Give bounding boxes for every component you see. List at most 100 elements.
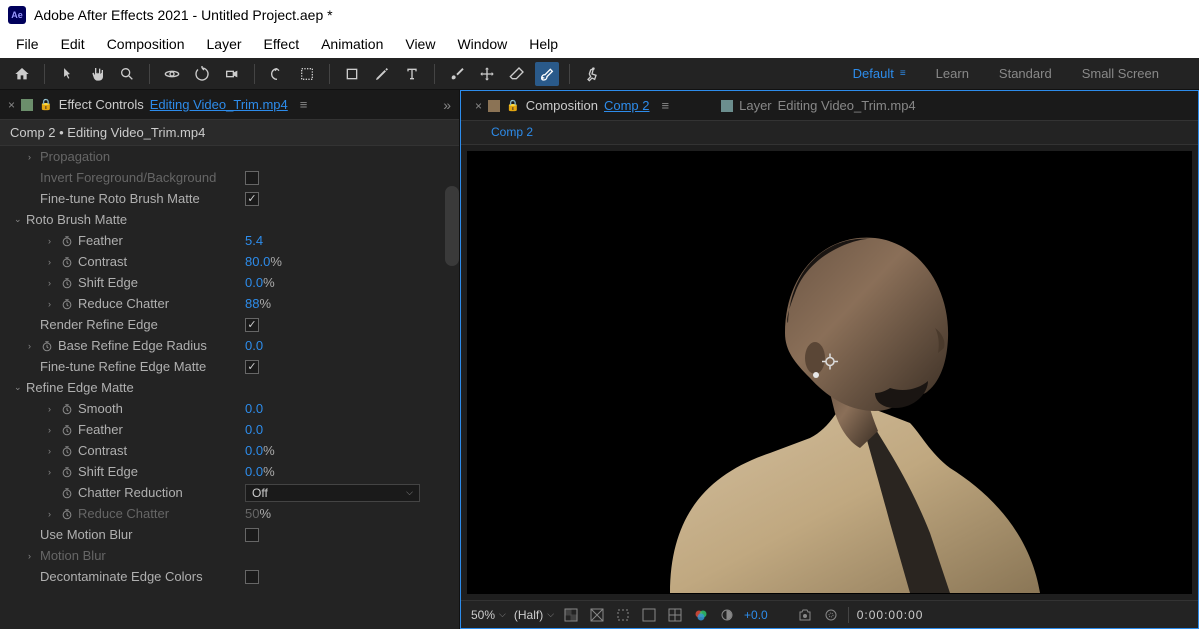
- stopwatch-icon[interactable]: [60, 507, 74, 521]
- lock-icon[interactable]: 🔒: [39, 98, 53, 111]
- disclosure-arrow-icon[interactable]: ›: [48, 278, 60, 288]
- property-row[interactable]: Use Motion Blur: [0, 524, 459, 545]
- stopwatch-icon[interactable]: [40, 339, 54, 353]
- snapshot-icon[interactable]: [796, 606, 814, 624]
- resolution-dropdown[interactable]: (Half) ⌵: [514, 608, 554, 622]
- disclosure-arrow-icon[interactable]: ⌄: [14, 382, 26, 393]
- workspace-small-screen[interactable]: Small Screen: [1082, 66, 1159, 81]
- color-mgmt-icon[interactable]: [692, 606, 710, 624]
- property-row[interactable]: ›Shift Edge0.0%: [0, 461, 459, 482]
- disclosure-arrow-icon[interactable]: ›: [48, 425, 60, 435]
- property-row[interactable]: ›Smooth0.0: [0, 398, 459, 419]
- zoom-dropdown[interactable]: 50% ⌵: [471, 608, 506, 622]
- stopwatch-icon[interactable]: [60, 297, 74, 311]
- puppet-tool-icon[interactable]: [580, 62, 604, 86]
- scrollbar-thumb[interactable]: [445, 186, 459, 266]
- property-value[interactable]: 50%: [245, 506, 271, 521]
- property-value[interactable]: 0.0%: [245, 464, 275, 479]
- anchor-tool-icon[interactable]: [265, 62, 289, 86]
- checkbox[interactable]: [245, 318, 259, 332]
- region-icon[interactable]: [614, 606, 632, 624]
- selection-tool-icon[interactable]: [55, 62, 79, 86]
- disclosure-arrow-icon[interactable]: ›: [28, 551, 40, 561]
- property-value[interactable]: 0.0%: [245, 275, 275, 290]
- camera-tool-icon[interactable]: [220, 62, 244, 86]
- comp-nav-tab[interactable]: Comp 2: [481, 123, 543, 143]
- orbit-tool-icon[interactable]: [160, 62, 184, 86]
- close-icon[interactable]: ×: [475, 99, 482, 113]
- eraser-tool-icon[interactable]: [505, 62, 529, 86]
- shape-tool-icon[interactable]: [340, 62, 364, 86]
- property-row[interactable]: ⌄Roto Brush Matte: [0, 209, 459, 230]
- layer-tab[interactable]: Layer Editing Video_Trim.mp4: [721, 98, 916, 113]
- property-row[interactable]: Decontaminate Edge Colors: [0, 566, 459, 587]
- property-row[interactable]: Fine-tune Roto Brush Matte: [0, 188, 459, 209]
- disclosure-arrow-icon[interactable]: ›: [48, 509, 60, 519]
- home-icon[interactable]: [10, 62, 34, 86]
- disclosure-arrow-icon[interactable]: ›: [48, 299, 60, 309]
- checkbox[interactable]: [245, 192, 259, 206]
- anchor-point-icon[interactable]: [820, 351, 840, 376]
- workspace-standard[interactable]: Standard: [999, 66, 1052, 81]
- checkbox[interactable]: [245, 360, 259, 374]
- lock-icon[interactable]: 🔒: [506, 99, 520, 112]
- rect-tool-icon[interactable]: [295, 62, 319, 86]
- menu-animation[interactable]: Animation: [311, 32, 393, 56]
- stopwatch-icon[interactable]: [60, 402, 74, 416]
- disclosure-arrow-icon[interactable]: ⌄: [14, 214, 26, 225]
- menu-edit[interactable]: Edit: [51, 32, 95, 56]
- dropdown[interactable]: Off⌵: [245, 484, 420, 502]
- disclosure-arrow-icon[interactable]: ›: [48, 404, 60, 414]
- roto-brush-tool-icon[interactable]: [535, 62, 559, 86]
- menu-window[interactable]: Window: [447, 32, 517, 56]
- disclosure-arrow-icon[interactable]: ›: [48, 236, 60, 246]
- stopwatch-icon[interactable]: [60, 255, 74, 269]
- property-row[interactable]: ›Motion Blur: [0, 545, 459, 566]
- property-row[interactable]: ›Propagation: [0, 146, 459, 167]
- stopwatch-icon[interactable]: [60, 276, 74, 290]
- property-row[interactable]: ›Base Refine Edge Radius0.0: [0, 335, 459, 356]
- comp-name-link[interactable]: Comp 2: [604, 98, 650, 113]
- type-tool-icon[interactable]: [400, 62, 424, 86]
- expand-icon[interactable]: »: [443, 97, 451, 113]
- show-snapshot-icon[interactable]: [822, 606, 840, 624]
- property-row[interactable]: Fine-tune Refine Edge Matte: [0, 356, 459, 377]
- property-value[interactable]: 0.0%: [245, 443, 275, 458]
- property-value[interactable]: 0.0: [245, 338, 263, 353]
- menu-file[interactable]: File: [6, 32, 49, 56]
- panel-file-link[interactable]: Editing Video_Trim.mp4: [150, 97, 288, 112]
- property-row[interactable]: ›Shift Edge0.0%: [0, 272, 459, 293]
- property-row[interactable]: ⌄Refine Edge Matte: [0, 377, 459, 398]
- clone-tool-icon[interactable]: [475, 62, 499, 86]
- exposure-value[interactable]: +0.0: [744, 608, 768, 622]
- guides-icon[interactable]: [666, 606, 684, 624]
- rotation-tool-icon[interactable]: [190, 62, 214, 86]
- menu-composition[interactable]: Composition: [97, 32, 195, 56]
- stopwatch-icon[interactable]: [60, 465, 74, 479]
- property-row[interactable]: ›Contrast80.0%: [0, 251, 459, 272]
- viewer-canvas[interactable]: [467, 151, 1192, 594]
- comp-tab[interactable]: × 🔒 Composition Comp 2 ≡: [469, 98, 675, 113]
- property-value[interactable]: 80.0%: [245, 254, 282, 269]
- workspace-learn[interactable]: Learn: [936, 66, 969, 81]
- checkbox[interactable]: [245, 171, 259, 185]
- property-row[interactable]: ›Feather0.0: [0, 419, 459, 440]
- pen-tool-icon[interactable]: [370, 62, 394, 86]
- stopwatch-icon[interactable]: [60, 234, 74, 248]
- property-row[interactable]: Render Refine Edge: [0, 314, 459, 335]
- menu-help[interactable]: Help: [519, 32, 568, 56]
- stopwatch-icon[interactable]: [60, 486, 74, 500]
- channel-icon[interactable]: [640, 606, 658, 624]
- menu-effect[interactable]: Effect: [254, 32, 310, 56]
- property-row[interactable]: ›Reduce Chatter88%: [0, 293, 459, 314]
- reset-exposure-icon[interactable]: [718, 606, 736, 624]
- property-row[interactable]: Invert Foreground/Background: [0, 167, 459, 188]
- menu-view[interactable]: View: [395, 32, 445, 56]
- property-row[interactable]: Chatter ReductionOff⌵: [0, 482, 459, 503]
- property-value[interactable]: 0.0: [245, 422, 263, 437]
- property-row[interactable]: ›Feather5.4: [0, 230, 459, 251]
- stopwatch-icon[interactable]: [60, 444, 74, 458]
- property-row[interactable]: ›Reduce Chatter50%: [0, 503, 459, 524]
- disclosure-arrow-icon[interactable]: ›: [48, 446, 60, 456]
- property-value[interactable]: 88%: [245, 296, 271, 311]
